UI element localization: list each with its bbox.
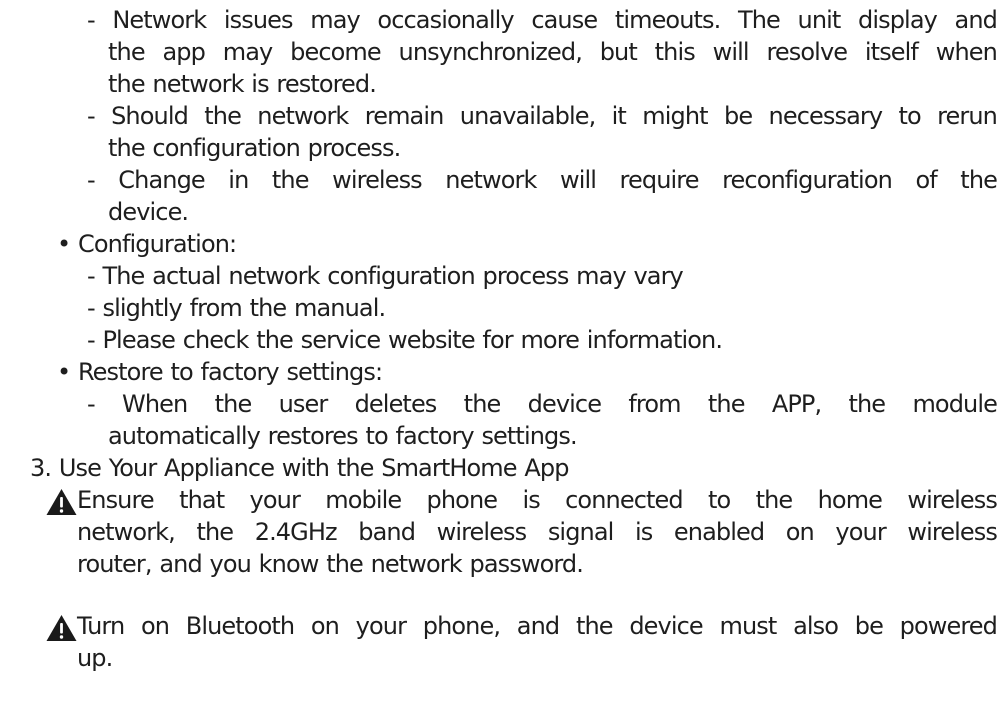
section-3-heading: 3. Use Your Appliance with the SmartHome… [30,454,569,482]
factory-reset-line-2: automatically restores to factory settin… [108,422,578,450]
warning-network-line-1: Ensure that your mobile phone is connect… [77,486,998,514]
configuration-item: - slightly from the manual. [87,294,386,322]
factory-reset-line-1: - When the user deletes the device from … [87,390,998,418]
note-timeout-line-3: the network is restored. [108,70,377,98]
note-unavailable-line-1: - Should the network remain unavailable,… [87,102,998,130]
configuration-item: - Please check the service website for m… [87,326,723,354]
warning-network-line-2: network, the 2.4GHz band wireless signal… [77,518,998,546]
warning-triangle-icon [46,489,77,515]
note-timeout-line-1: - Network issues may occasionally cause … [87,6,998,34]
warning-bluetooth-line-2: up. [77,644,113,672]
warning-triangle-icon [46,615,77,641]
note-timeout-line-2: the app may become unsynchronized, but t… [108,38,998,66]
configuration-heading: • Configuration: [57,230,237,258]
warning-bluetooth-line-1: Turn on Bluetooth on your phone, and the… [77,612,998,640]
note-change-line-1: - Change in the wireless network will re… [87,166,998,194]
note-change-line-2: device. [108,198,189,226]
factory-reset-heading: • Restore to factory settings: [57,358,383,386]
warning-network-line-3: router, and you know the network passwor… [77,550,584,578]
manual-page: - Network issues may occasionally cause … [0,0,1002,703]
configuration-item: - The actual network configuration proce… [87,262,684,290]
note-unavailable-line-2: the configuration process. [108,134,401,162]
